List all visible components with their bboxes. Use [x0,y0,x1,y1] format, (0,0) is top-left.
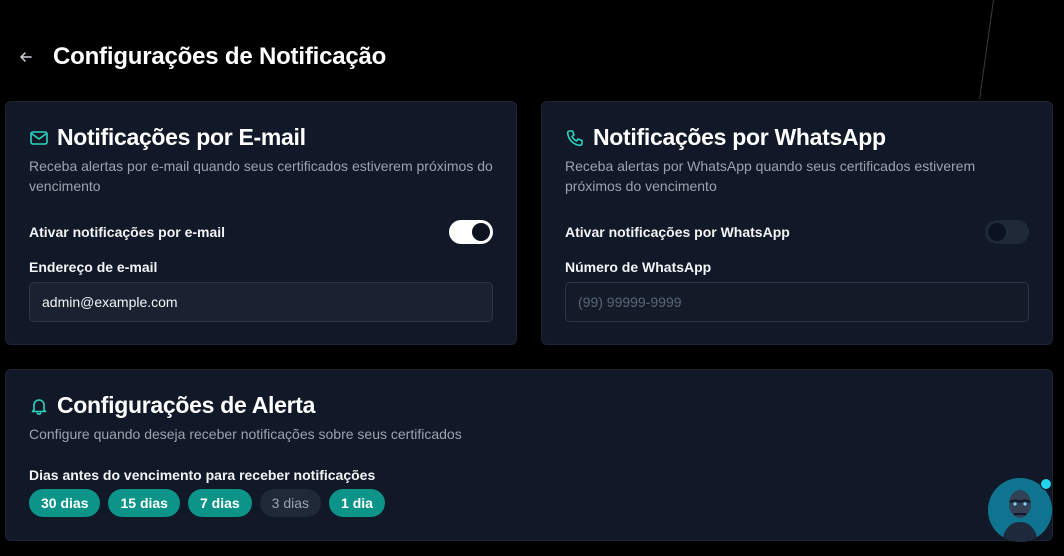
page-title: Configurações de Notificação [53,43,387,70]
mail-icon [30,130,48,145]
days-option-30[interactable]: 30 dias [29,489,101,517]
whatsapp-notifications-card: Notificações por WhatsApp Receba alertas… [541,101,1053,345]
online-status-dot [1040,478,1052,490]
whatsapp-card-header: Notificações por WhatsApp [565,124,886,151]
alert-card-title: Configurações de Alerta [57,392,316,418]
days-option-7[interactable]: 7 dias [187,489,252,517]
notification-settings-page: Configurações de Notificação Notificaçõe… [0,0,1064,556]
bell-icon [31,398,47,415]
alert-card-description: Configure quando deseja receber notifica… [29,426,462,442]
email-toggle-label: Ativar notificações por e-mail [29,224,226,240]
email-notifications-toggle[interactable] [449,220,493,244]
whatsapp-number-field[interactable] [565,282,1029,322]
email-field-label: Endereço de e-mail [29,259,158,275]
days-option-1[interactable]: 1 dia [329,489,385,517]
days-before-label: Dias antes do vencimento para receber no… [29,467,376,483]
days-option-15[interactable]: 15 dias [108,489,180,517]
alert-card-header: Configurações de Alerta [29,392,315,419]
arrow-left-icon [20,52,32,62]
email-card-description: Receba alertas por e-mail quando seus ce… [29,158,493,194]
whatsapp-toggle-label: Ativar notificações por WhatsApp [565,224,790,240]
background-decoration [979,0,994,100]
page-header: Configurações de Notificação [18,40,386,74]
whatsapp-card-description: Receba alertas por WhatsApp quando seus … [565,158,976,194]
toggle-knob [988,223,1006,241]
whatsapp-card-title: Notificações por WhatsApp [593,124,886,150]
email-card-header: Notificações por E-mail [29,124,306,151]
whatsapp-field-label: Número de WhatsApp [565,259,712,275]
email-card-title: Notificações por E-mail [57,124,306,150]
toggle-knob [472,223,490,241]
email-field[interactable] [29,282,493,322]
phone-icon [566,129,583,146]
email-notifications-card: Notificações por E-mail Receba alertas p… [5,101,517,345]
days-options: 30 dias 15 dias 7 dias 3 dias 1 dia [29,489,393,517]
whatsapp-notifications-toggle[interactable] [985,220,1029,244]
back-button[interactable] [18,49,34,65]
days-option-3[interactable]: 3 dias [259,489,322,517]
alert-settings-card: Configurações de Alerta Configure quando… [5,369,1053,541]
